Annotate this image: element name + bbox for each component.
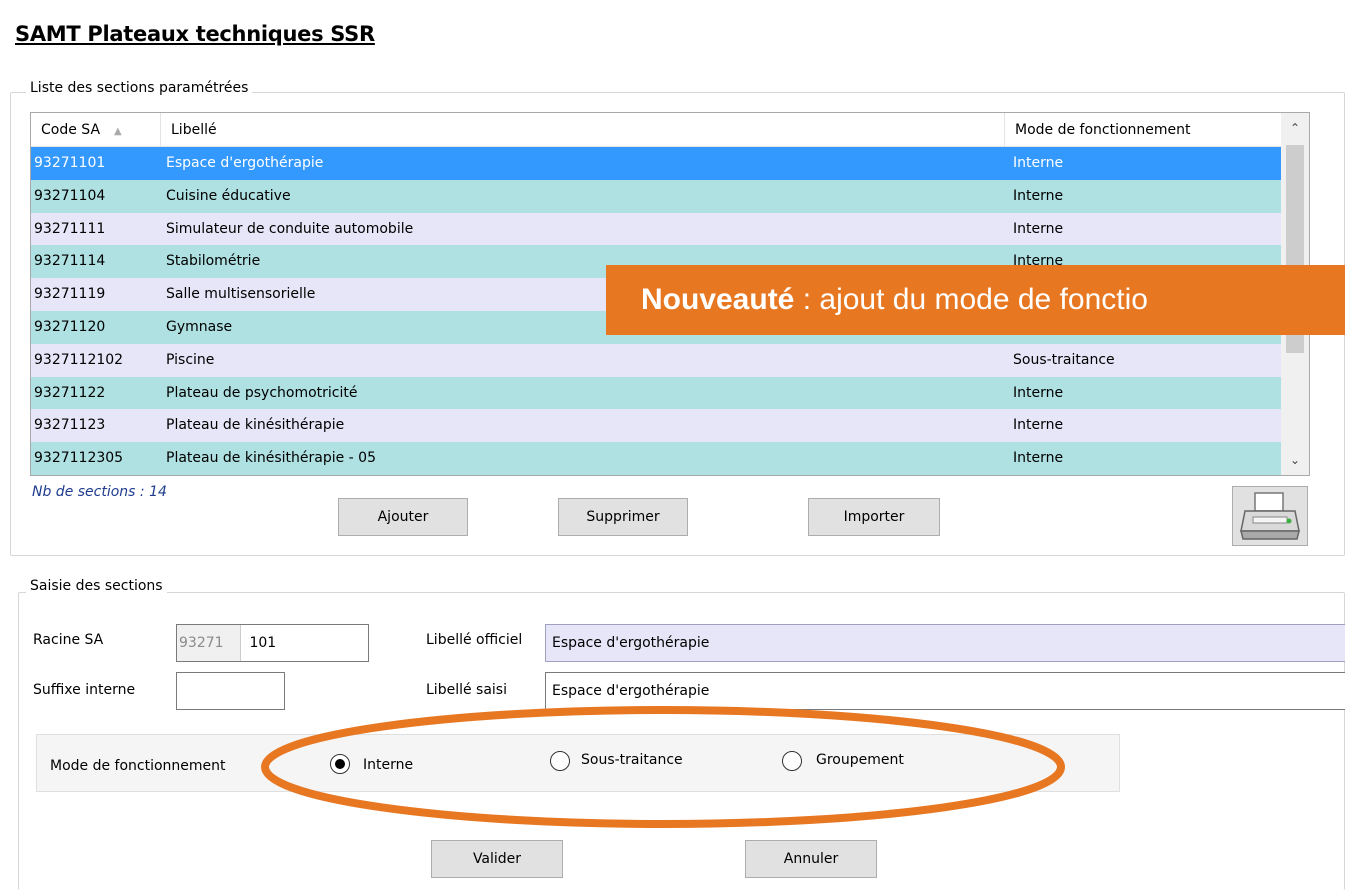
racine-label: Racine SA	[33, 632, 104, 648]
table-row[interactable]: 93271104 Cuisine éducative Interne	[31, 179, 1281, 213]
row-label: Simulateur de conduite automobile	[166, 220, 414, 237]
row-label: Plateau de kinésithérapie	[166, 417, 345, 434]
row-code: 93271122	[34, 384, 106, 401]
row-code: 93271101	[34, 155, 106, 171]
sort-asc-icon: ▲	[114, 126, 122, 137]
table-row[interactable]: 9327112102 Piscine Sous-traitance	[31, 343, 1281, 377]
row-mode: Interne	[1013, 155, 1064, 171]
column-header-label[interactable]: Libellé	[161, 113, 1005, 147]
table-row[interactable]: 9327112305 Plateau de kinésithérapie - 05…	[31, 442, 1281, 475]
row-label: Stabilométrie	[166, 253, 261, 270]
row-code: 9327112102	[34, 351, 124, 368]
table-header: Code SA ▲ Libellé Mode de fonctionnement	[31, 113, 1281, 147]
racine-input[interactable]: 93271 101	[176, 624, 369, 662]
column-header-code[interactable]: Code SA ▲	[31, 113, 161, 147]
libelle-officiel-field: Espace d'ergothérapie	[545, 624, 1345, 662]
racine-prefix: 93271	[177, 625, 241, 661]
row-mode: Interne	[1013, 187, 1064, 204]
page-title: SAMT Plateaux techniques SSR	[15, 22, 375, 46]
row-code: 93271120	[34, 318, 106, 335]
row-code: 93271111	[34, 220, 106, 237]
table-row[interactable]: 93271111 Simulateur de conduite automobil…	[31, 212, 1281, 246]
row-code: 93271123	[34, 417, 106, 434]
sections-list-legend: Liste des sections paramétrées	[26, 80, 253, 96]
table-row[interactable]: 93271123 Plateau de kinésithérapie Interne	[31, 409, 1281, 443]
libelle-saisi-label: Libellé saisi	[426, 682, 507, 698]
row-label: Gymnase	[166, 318, 233, 335]
sections-count: Nb de sections : 14	[32, 484, 167, 500]
row-label: Plateau de psychomotricité	[166, 384, 358, 401]
row-label: Cuisine éducative	[166, 187, 291, 204]
section-entry-legend: Saisie des sections	[26, 578, 167, 594]
import-button[interactable]: Importer	[808, 498, 940, 536]
row-label: Piscine	[166, 351, 215, 368]
row-code: 93271104	[34, 187, 106, 204]
add-button[interactable]: Ajouter	[338, 498, 468, 536]
row-code: 93271114	[34, 253, 106, 270]
row-mode: Interne	[1013, 220, 1064, 237]
row-mode: Interne	[1013, 384, 1064, 401]
delete-button[interactable]: Supprimer	[558, 498, 688, 536]
banner-text: : ajout du mode de fonctio	[794, 283, 1148, 316]
banner-bold: Nouveauté	[641, 283, 795, 316]
print-button[interactable]	[1232, 486, 1308, 546]
table-row[interactable]: 93271122 Plateau de psychomotricité Intern…	[31, 376, 1281, 410]
row-mode: Interne	[1013, 450, 1064, 467]
table-row[interactable]: 93271101 Espace d'ergothérapie Interne	[31, 147, 1281, 180]
libelle-officiel-label: Libellé officiel	[426, 632, 523, 648]
row-label: Salle multisensorielle	[166, 286, 316, 303]
scroll-up-icon[interactable]: ⌃	[1281, 113, 1309, 143]
row-mode: Sous-traitance	[1013, 351, 1115, 368]
validate-button[interactable]: Valider	[431, 840, 563, 878]
racine-value: 101	[249, 635, 277, 651]
cancel-button[interactable]: Annuler	[745, 840, 877, 878]
printer-icon	[1240, 492, 1300, 540]
row-label: Plateau de kinésithérapie - 05	[166, 450, 376, 467]
row-mode: Interne	[1013, 417, 1064, 434]
row-label: Espace d'ergothérapie	[166, 155, 324, 171]
suffixe-label: Suffixe interne	[33, 682, 136, 698]
annotation-banner: Nouveauté : ajout du mode de fonctio	[606, 265, 1345, 335]
column-header-mode[interactable]: Mode de fonctionnement	[1005, 113, 1281, 147]
row-code: 9327112305	[34, 450, 124, 467]
highlight-ellipse	[261, 706, 1065, 828]
scroll-down-icon[interactable]: ⌄	[1281, 445, 1309, 475]
row-code: 93271119	[34, 286, 106, 303]
mode-label: Mode de fonctionnement	[50, 758, 226, 774]
